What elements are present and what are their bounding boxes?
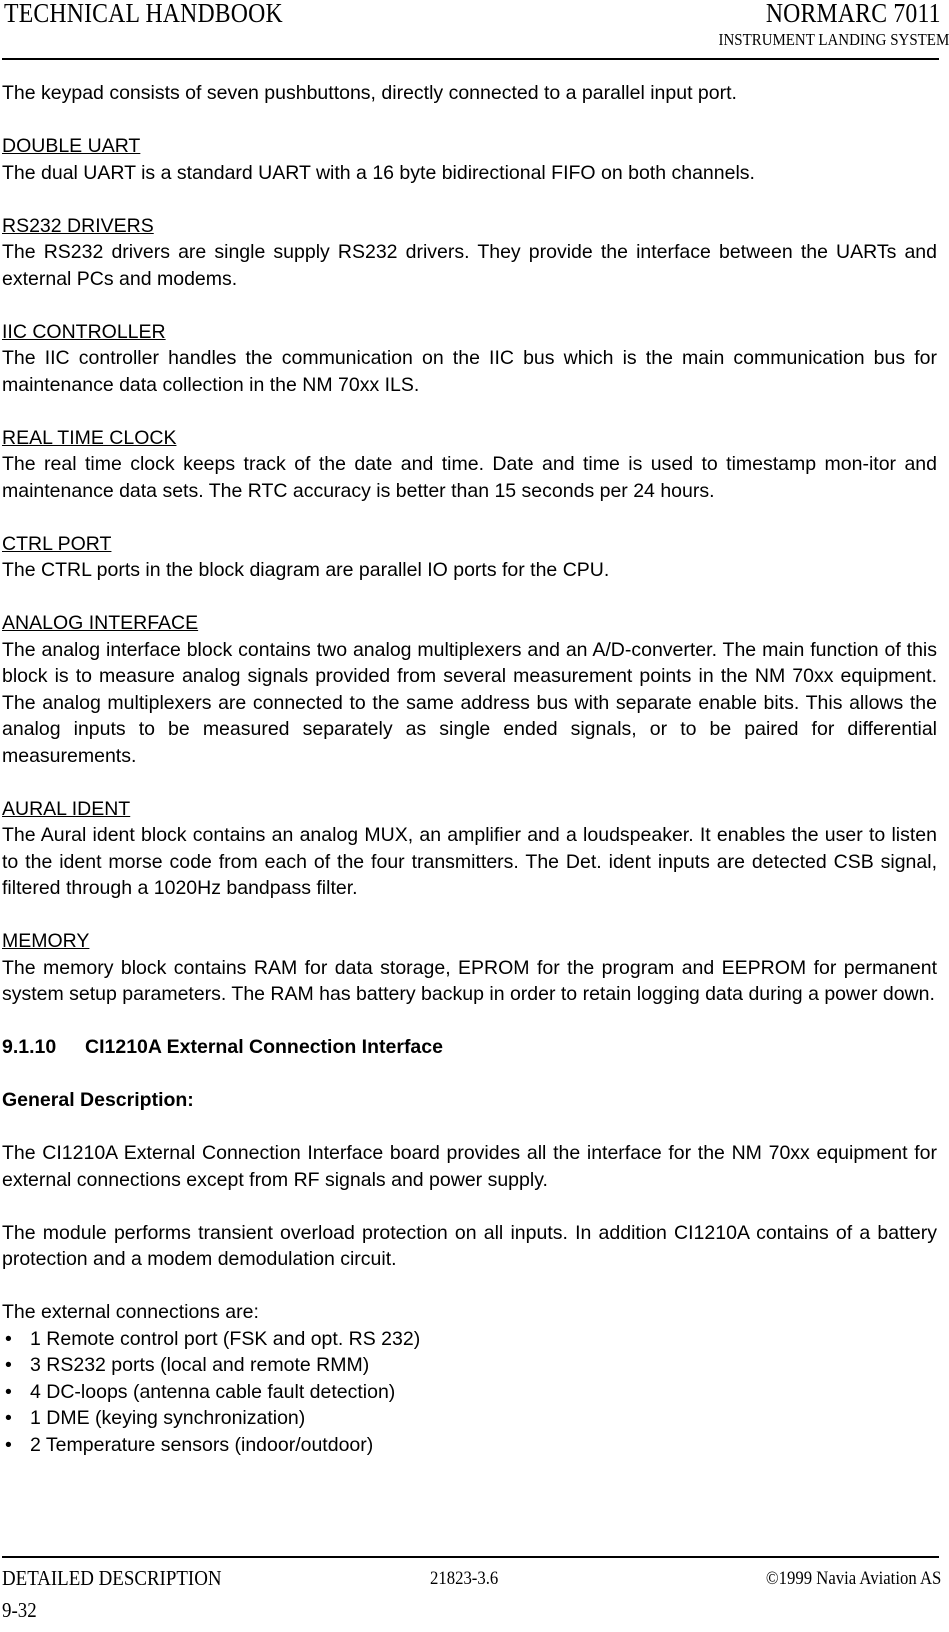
intro-paragraph: The keypad consists of seven pushbuttons… [2, 82, 737, 104]
page-header: TECHNICAL HANDBOOK NORMARC 7011 INSTRUME… [0, 0, 949, 60]
section-heading-label: DOUBLE UART [2, 135, 141, 157]
page-number: 9-32 [2, 1598, 37, 1622]
section-heading-real-time-clock: REAL TIME CLOCK [2, 425, 937, 452]
list-item: • 3 RS232 ports (local and remote RMM) [2, 1352, 937, 1379]
bullet-icon: • [5, 1433, 12, 1456]
bullet-icon: • [5, 1380, 12, 1403]
page-content: The keypad consists of seven pushbuttons… [2, 80, 937, 1458]
section-number: 9.1.10 [2, 1036, 57, 1058]
section-body-memory: The memory block contains RAM for data s… [2, 956, 937, 1006]
section-heading-label: IIC CONTROLLER [2, 320, 166, 343]
section-body-real-time-clock: The real time clock keeps track of the d… [2, 453, 937, 502]
list-item-label: 1 DME (keying synchronization) [30, 1407, 306, 1429]
list-item: • 4 DC-loops (antenna cable fault detecti… [2, 1379, 937, 1406]
document-page: TECHNICAL HANDBOOK NORMARC 7011 INSTRUME… [0, 0, 949, 1632]
section-heading-label: MEMORY [2, 930, 90, 952]
list-item: • 1 Remote control port (FSK and opt. RS … [2, 1326, 937, 1353]
footer-divider [2, 1556, 939, 1558]
general-description-heading: General Description: [2, 1089, 194, 1111]
section-body-rs232-drivers: The RS232 drivers are single supply RS23… [2, 241, 937, 290]
bullet-icon: • [5, 1354, 12, 1376]
connections-list-intro: The external connections are: [2, 1301, 259, 1323]
header-title-row: TECHNICAL HANDBOOK NORMARC 7011 [4, 0, 941, 30]
section-heading-aural-ident: AURAL IDENT [2, 796, 937, 823]
section-heading-ctrl-port: CTRL PORT [2, 531, 937, 558]
numbered-section-heading: 9.1.10 CI1210A External Connection Inter… [2, 1034, 937, 1061]
bullet-icon: • [5, 1407, 12, 1429]
product-subtitle: INSTRUMENT LANDING SYSTEM [718, 30, 949, 49]
list-item-label: 1 Remote control port (FSK and opt. RS 2… [30, 1327, 421, 1350]
section-title: CI1210A External Connection Interface [85, 1036, 443, 1058]
external-connections-list: • 1 Remote control port (FSK and opt. RS … [2, 1326, 937, 1459]
section-heading-label: AURAL IDENT [2, 797, 131, 820]
footer-copyright: ©1999 Navia Aviation AS [765, 1568, 941, 1589]
footer-chapter-label: DETAILED DESCRIPTION [2, 1566, 222, 1590]
section-heading-analog-interface: ANALOG INTERFACE [2, 610, 937, 637]
general-description-paragraph-1: The CI1210A External Connection Interfac… [2, 1142, 937, 1191]
list-item-label: 4 DC-loops (antenna cable fault detectio… [30, 1380, 396, 1403]
section-heading-label: CTRL PORT [2, 532, 112, 555]
bullet-icon: • [5, 1327, 12, 1350]
section-body-double-uart: The dual UART is a standard UART with a … [2, 161, 755, 184]
header-divider [2, 58, 939, 60]
section-heading-label: RS232 DRIVERS [2, 214, 154, 237]
section-heading-memory: MEMORY [2, 928, 937, 955]
section-body-iic-controller: The IIC controller handles the communica… [2, 347, 937, 396]
section-body-ctrl-port: The CTRL ports in the block diagram are … [2, 559, 610, 581]
list-item: • 1 DME (keying synchronization) [2, 1405, 937, 1432]
section-heading-label: REAL TIME CLOCK [2, 426, 177, 449]
section-heading-iic-controller: IIC CONTROLLER [2, 319, 937, 346]
section-heading-rs232-drivers: RS232 DRIVERS [2, 213, 937, 240]
list-item-label: 3 RS232 ports (local and remote RMM) [30, 1354, 370, 1376]
handbook-title: TECHNICAL HANDBOOK [4, 0, 283, 28]
list-item: • 2 Temperature sensors (indoor/outdoor) [2, 1432, 937, 1459]
section-heading-double-uart: DOUBLE UART [2, 133, 937, 160]
section-heading-label: ANALOG INTERFACE [2, 612, 199, 634]
section-body-aural-ident: The Aural ident block contains an analog… [2, 824, 937, 899]
product-title: NORMARC 7011 [766, 0, 941, 28]
section-body-analog-interface: The analog interface block contains two … [2, 638, 937, 767]
footer-document-number: 21823-3.6 [430, 1568, 499, 1589]
page-footer: DETAILED DESCRIPTION 21823-3.6 ©1999 Nav… [0, 1542, 949, 1632]
general-description-paragraph-2: The module performs transient overload p… [2, 1221, 937, 1271]
list-item-label: 2 Temperature sensors (indoor/outdoor) [30, 1433, 374, 1456]
